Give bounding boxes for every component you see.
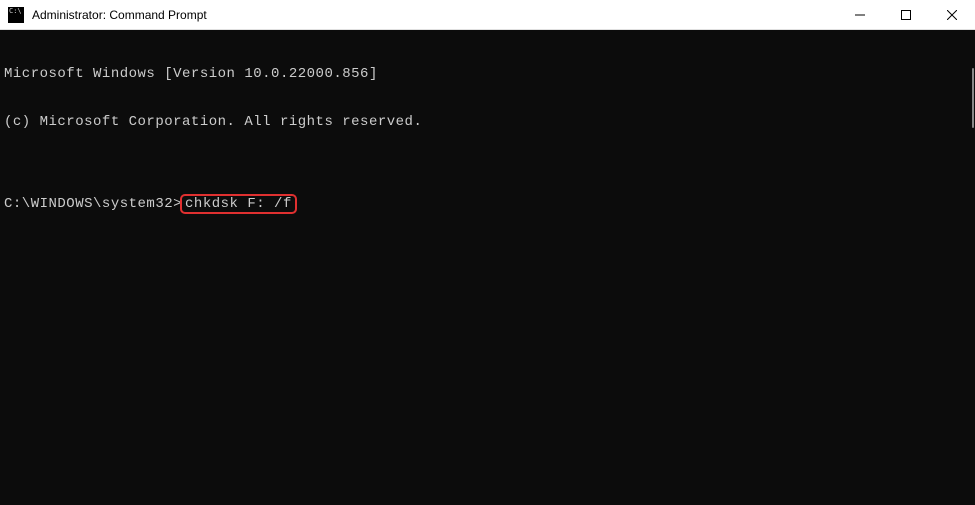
maximize-icon [901, 10, 911, 20]
prompt-line: C:\WINDOWS\system32>chkdsk F: /f [4, 194, 971, 214]
minimize-icon [855, 10, 865, 20]
prompt-path: C:\WINDOWS\system32> [4, 196, 182, 212]
minimize-button[interactable] [837, 0, 883, 29]
titlebar[interactable]: Administrator: Command Prompt [0, 0, 975, 30]
command-prompt-window: Administrator: Command Prompt Mic [0, 0, 975, 505]
command-highlight: chkdsk F: /f [180, 194, 297, 214]
typed-command: chkdsk F: /f [185, 196, 292, 212]
terminal-area[interactable]: Microsoft Windows [Version 10.0.22000.85… [0, 30, 975, 505]
close-icon [947, 10, 957, 20]
cmd-icon [8, 7, 24, 23]
copyright-line: (c) Microsoft Corporation. All rights re… [4, 114, 971, 130]
window-controls [837, 0, 975, 29]
close-button[interactable] [929, 0, 975, 29]
terminal-content: Microsoft Windows [Version 10.0.22000.85… [0, 30, 975, 250]
version-line: Microsoft Windows [Version 10.0.22000.85… [4, 66, 971, 82]
scrollbar-thumb[interactable] [972, 68, 974, 128]
window-title: Administrator: Command Prompt [32, 8, 837, 22]
maximize-button[interactable] [883, 0, 929, 29]
scrollbar[interactable] [971, 30, 975, 505]
